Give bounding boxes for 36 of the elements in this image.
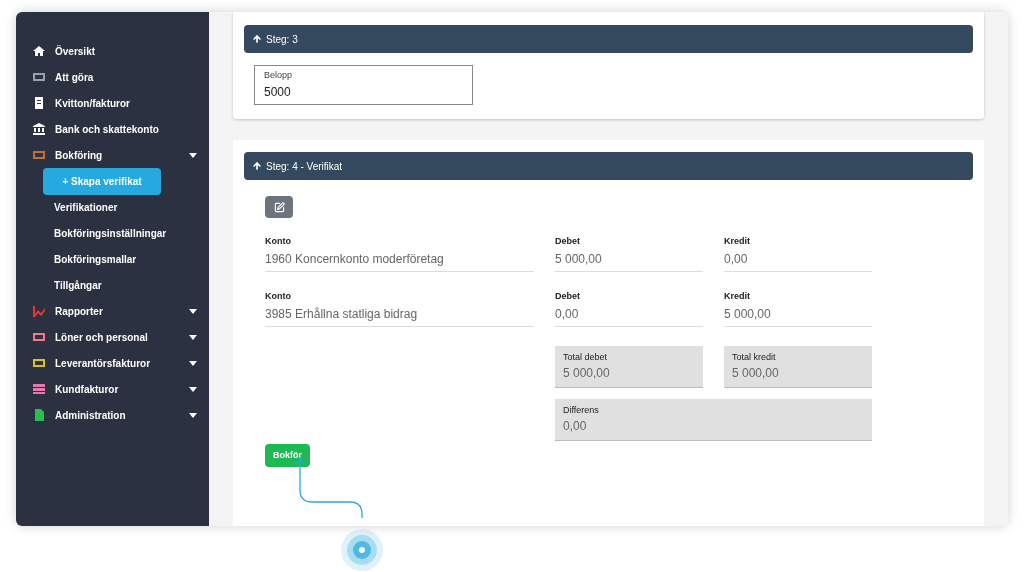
- field-label: Konto: [265, 292, 292, 301]
- readonly-field: Total kredit 5 000,00: [724, 346, 872, 388]
- field-label: Konto: [265, 237, 292, 246]
- input-field[interactable]: 5 000,00: [724, 306, 872, 327]
- sidebar-item[interactable]: Administration: [16, 402, 209, 428]
- readonly-field: Differens 0,00: [555, 399, 872, 441]
- input-field[interactable]: 0,00: [724, 251, 872, 272]
- step-header[interactable]: Steg: 4 - Verifikat: [244, 152, 973, 180]
- readonly-field: Total debet 5 000,00: [555, 346, 703, 388]
- submenu-item[interactable]: Tillgångar: [43, 277, 102, 293]
- sidebar-item[interactable]: Kvitton/fakturor: [16, 90, 209, 116]
- sidebar-item[interactable]: Översikt: [16, 38, 209, 64]
- sidebar-item[interactable]: Bank och skattekonto: [16, 116, 209, 142]
- input-field[interactable]: 5 000,00: [555, 251, 703, 272]
- field-label: Debet: [555, 237, 581, 246]
- sidebar-item[interactable]: Leverantörsfakturor: [16, 350, 209, 376]
- input-field[interactable]: 3985 Erhållna statliga bidrag: [265, 306, 534, 327]
- sidebar-item[interactable]: Kundfakturor: [16, 376, 209, 402]
- edit-icon: [273, 201, 285, 213]
- sidebar-item[interactable]: Att göra: [16, 64, 209, 90]
- input-field[interactable]: 1960 Koncernkonto moderföretag: [265, 251, 534, 272]
- arrow-up-icon: [252, 34, 262, 44]
- input-field[interactable]: 0,00: [555, 306, 703, 327]
- submenu-item[interactable]: Bokföringsmallar: [43, 251, 137, 267]
- sidebar-item[interactable]: Rapporter: [16, 298, 209, 324]
- arrow-up-icon: [252, 161, 262, 171]
- input-field[interactable]: Belopp 5000: [254, 65, 473, 105]
- sidebar-item[interactable]: Bokföring: [16, 142, 209, 168]
- submenu-item[interactable]: Bokföringsinställningar: [43, 225, 167, 241]
- sidebar-item[interactable]: Löner och personal: [16, 324, 209, 350]
- field-label: Kredit: [724, 237, 751, 246]
- submenu-item[interactable]: Verifikationer: [43, 199, 118, 215]
- field-label: Debet: [555, 292, 581, 301]
- field-label: Kredit: [724, 292, 751, 301]
- step-header[interactable]: Steg: 3: [244, 25, 973, 53]
- edit-button[interactable]: [265, 196, 293, 218]
